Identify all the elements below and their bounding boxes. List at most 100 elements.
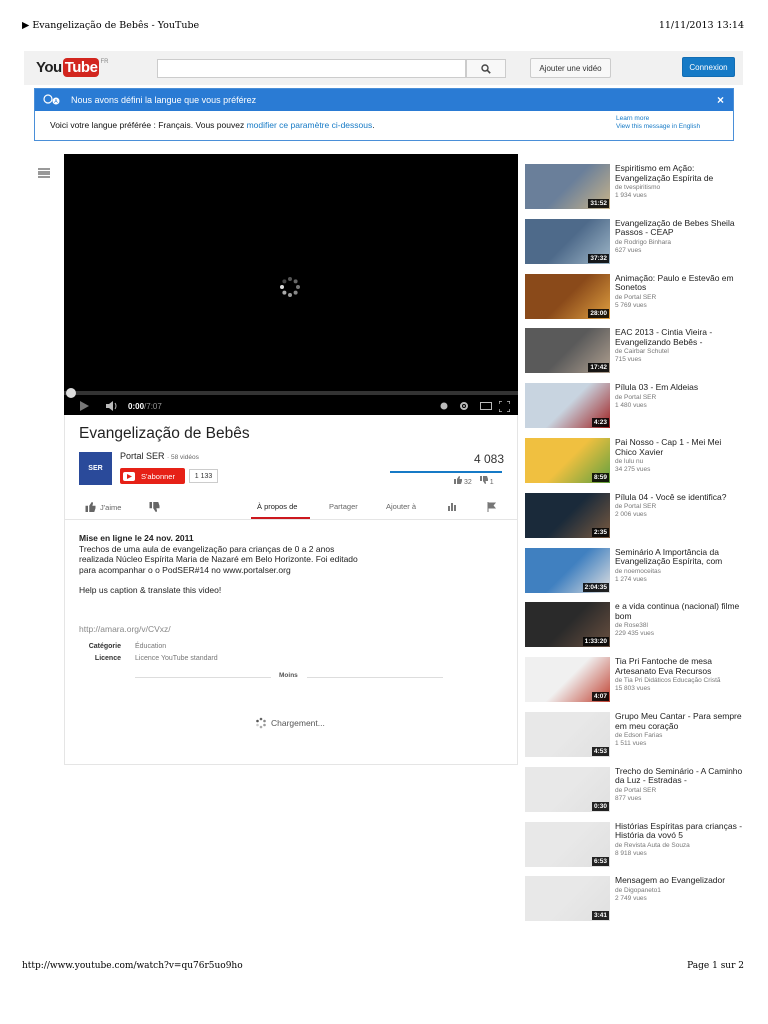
subscribe-button[interactable]: S'abonner <box>120 468 185 484</box>
related-video-title[interactable]: Pílula 03 - Em Aldeias <box>615 383 743 393</box>
related-video-views: 2 006 vues <box>615 511 647 519</box>
channel-avatar[interactable]: SER <box>79 452 112 485</box>
related-video-views: 5 769 vues <box>615 301 647 309</box>
related-video-title[interactable]: Seminário A Importância da Evangelização… <box>615 548 743 567</box>
video-thumbnail[interactable]: 4:07 <box>525 657 610 703</box>
progress-bar[interactable] <box>64 388 518 398</box>
gear-icon[interactable] <box>459 397 469 415</box>
related-video-item[interactable]: 2:35 Pílula 04 - Você se identifica? de Po… <box>525 492 745 538</box>
flag-icon[interactable] <box>487 502 497 512</box>
related-video-channel: de lulu nu <box>615 458 644 465</box>
related-video-title[interactable]: Pílula 04 - Você se identifica? <box>615 493 743 503</box>
amara-link[interactable]: http://amara.org/v/CVxz/ <box>79 624 171 634</box>
caption-link[interactable]: Help us caption & translate this video! <box>79 585 359 596</box>
related-video-text: Tia Pri Fantoche de mesa Artesanato Eva … <box>615 657 743 693</box>
related-video-title[interactable]: Grupo Meu Cantar - Para sempre em meu co… <box>615 712 743 731</box>
video-thumbnail[interactable]: 28:00 <box>525 273 610 319</box>
related-video-title[interactable]: Animação: Paulo e Estevão em Sonetos <box>615 274 743 293</box>
related-video-title[interactable]: Mensagem ao Evangelizador <box>615 876 743 886</box>
video-thumbnail[interactable]: 4:23 <box>525 383 610 429</box>
related-video-item[interactable]: 6:53 Histórias Espíritas para crianças - … <box>525 821 745 867</box>
related-video-text: Animação: Paulo e Estevão em Sonetos de P… <box>615 274 743 310</box>
channel-name-link[interactable]: Portal SER <box>120 451 165 461</box>
thumbs-down-icon <box>149 502 160 512</box>
video-thumbnail[interactable]: 8:59 <box>525 438 610 483</box>
like-button[interactable]: J'aime <box>85 502 121 512</box>
related-video-views: 1 480 vues <box>615 401 647 409</box>
related-video-item[interactable]: 31:52 Espiritismo em Ação: Evangelização … <box>525 164 745 209</box>
video-title: Evangelização de Bebês <box>79 425 250 442</box>
category-value[interactable]: Éducation <box>135 641 166 653</box>
related-video-item[interactable]: 0:30 Trecho do Seminário - A Caminho da L… <box>525 766 745 812</box>
language-icon: A <box>43 94 61 106</box>
related-video-title[interactable]: Histórias Espíritas para crianças - Hist… <box>615 822 743 841</box>
search-input[interactable] <box>157 59 466 78</box>
related-video-item[interactable]: 17:42 EAC 2013 - Cintia Vieira - Evangeli… <box>525 328 745 374</box>
change-settings-link[interactable]: modifier ce paramètre ci-dessous <box>247 120 373 130</box>
video-thumbnail[interactable]: 6:53 <box>525 821 610 867</box>
related-video-item[interactable]: 8:59 Pai Nosso - Cap 1 - Mei Mei Chico Xa… <box>525 438 745 483</box>
related-video-title[interactable]: Evangelização de Bebes Sheila Passos - C… <box>615 219 743 238</box>
video-duration: 1:33:20 <box>582 637 609 647</box>
guide-menu-icon[interactable] <box>38 168 50 178</box>
related-video-title[interactable]: Espiritismo em Ação: Evangelização Espír… <box>615 164 743 183</box>
show-less-button[interactable]: Moins <box>135 671 443 683</box>
related-video-title[interactable]: Trecho do Seminário - A Caminho da Luz -… <box>615 767 743 786</box>
video-duration: 4:07 <box>591 692 609 702</box>
upload-button[interactable]: Ajouter une vidéo <box>530 58 611 78</box>
video-duration: 2:35 <box>591 527 609 537</box>
video-thumbnail[interactable]: 17:42 <box>525 328 610 374</box>
print-title: ▶ Evangelização de Bebês - YouTube <box>22 20 200 31</box>
related-video-item[interactable]: 1:33:20 e a vida continua (nacional) film… <box>525 602 745 648</box>
related-video-text: e a vida continua (nacional) filme bom de… <box>615 602 743 638</box>
related-video-item[interactable]: 28:00 Animação: Paulo e Estevão em Soneto… <box>525 273 745 319</box>
stats-icon[interactable] <box>448 502 458 511</box>
related-video-item[interactable]: 2:04:35 Seminário A Importância da Evange… <box>525 547 745 593</box>
video-thumbnail[interactable]: 4:53 <box>525 712 610 757</box>
related-video-channel: de Revista Auta de Souza <box>615 841 690 849</box>
video-thumbnail[interactable]: 3:41 <box>525 876 610 922</box>
print-header: ▶ Evangelização de Bebês - YouTube 11/11… <box>22 20 744 32</box>
channel-video-count[interactable]: · 58 vidéos <box>167 454 199 461</box>
related-video-title[interactable]: e a vida continua (nacional) filme bom <box>615 602 743 621</box>
related-video-item[interactable]: 4:07 Tia Pri Fantoche de mesa Artesanato … <box>525 657 745 703</box>
related-video-item[interactable]: 4:53 Grupo Meu Cantar - Para sempre em me… <box>525 712 745 757</box>
learn-more-link[interactable]: Learn more <box>616 115 700 123</box>
fullscreen-icon[interactable] <box>499 397 510 415</box>
related-video-title[interactable]: EAC 2013 - Cintia Vieira - Evangelizando… <box>615 328 743 347</box>
signin-button[interactable]: Connexion <box>682 57 735 77</box>
video-thumbnail[interactable]: 1:33:20 <box>525 602 610 648</box>
related-video-title[interactable]: Tia Pri Fantoche de mesa Artesanato Eva … <box>615 657 743 676</box>
close-icon[interactable]: × <box>717 93 724 107</box>
related-video-item[interactable]: 3:41 Mensagem ao Evangelizador de Digopane… <box>525 876 745 922</box>
view-english-link[interactable]: View this message in English <box>616 123 700 131</box>
related-video-title[interactable]: Pai Nosso - Cap 1 - Mei Mei Chico Xavier <box>615 438 743 457</box>
video-thumbnail[interactable]: 31:52 <box>525 164 610 209</box>
tab-about[interactable]: À propos de <box>257 502 297 511</box>
time-total: 7:07 <box>146 401 162 411</box>
description-text: Trechos de uma aula de evangelização par… <box>79 543 358 575</box>
dislike-button[interactable] <box>149 502 160 512</box>
related-video-item[interactable]: 4:23 Pílula 03 - Em Aldeias de Portal SER 1… <box>525 383 745 429</box>
search-button[interactable] <box>466 59 506 78</box>
related-video-text: Pai Nosso - Cap 1 - Mei Mei Chico Xavier… <box>615 438 743 474</box>
video-duration: 4:23 <box>591 418 609 428</box>
related-video-channel: de noemoceitas <box>615 567 661 575</box>
video-thumbnail[interactable]: 37:32 <box>525 218 610 264</box>
print-footer: http://www.youtube.com/watch?v=qu76r5uo9… <box>22 961 744 973</box>
time-current: 0:00 <box>128 401 145 411</box>
size-icon[interactable] <box>480 397 492 415</box>
thumbs-up-icon <box>85 502 96 512</box>
loading-spinner-icon <box>280 277 300 297</box>
video-thumbnail[interactable]: 2:35 <box>525 492 610 538</box>
youtube-logo[interactable]: You Tube FR <box>36 58 108 78</box>
volume-icon[interactable] <box>106 397 119 415</box>
tab-add-to[interactable]: Ajouter à <box>386 502 416 511</box>
video-thumbnail[interactable]: 2:04:35 <box>525 547 610 593</box>
tab-share[interactable]: Partager <box>329 502 358 511</box>
annotations-icon[interactable] <box>440 397 448 415</box>
related-video-item[interactable]: 37:32 Evangelização de Bebes Sheila Passo… <box>525 218 745 264</box>
video-thumbnail[interactable]: 0:30 <box>525 766 610 812</box>
youtube-play-icon <box>123 471 135 481</box>
play-icon[interactable] <box>79 397 89 415</box>
